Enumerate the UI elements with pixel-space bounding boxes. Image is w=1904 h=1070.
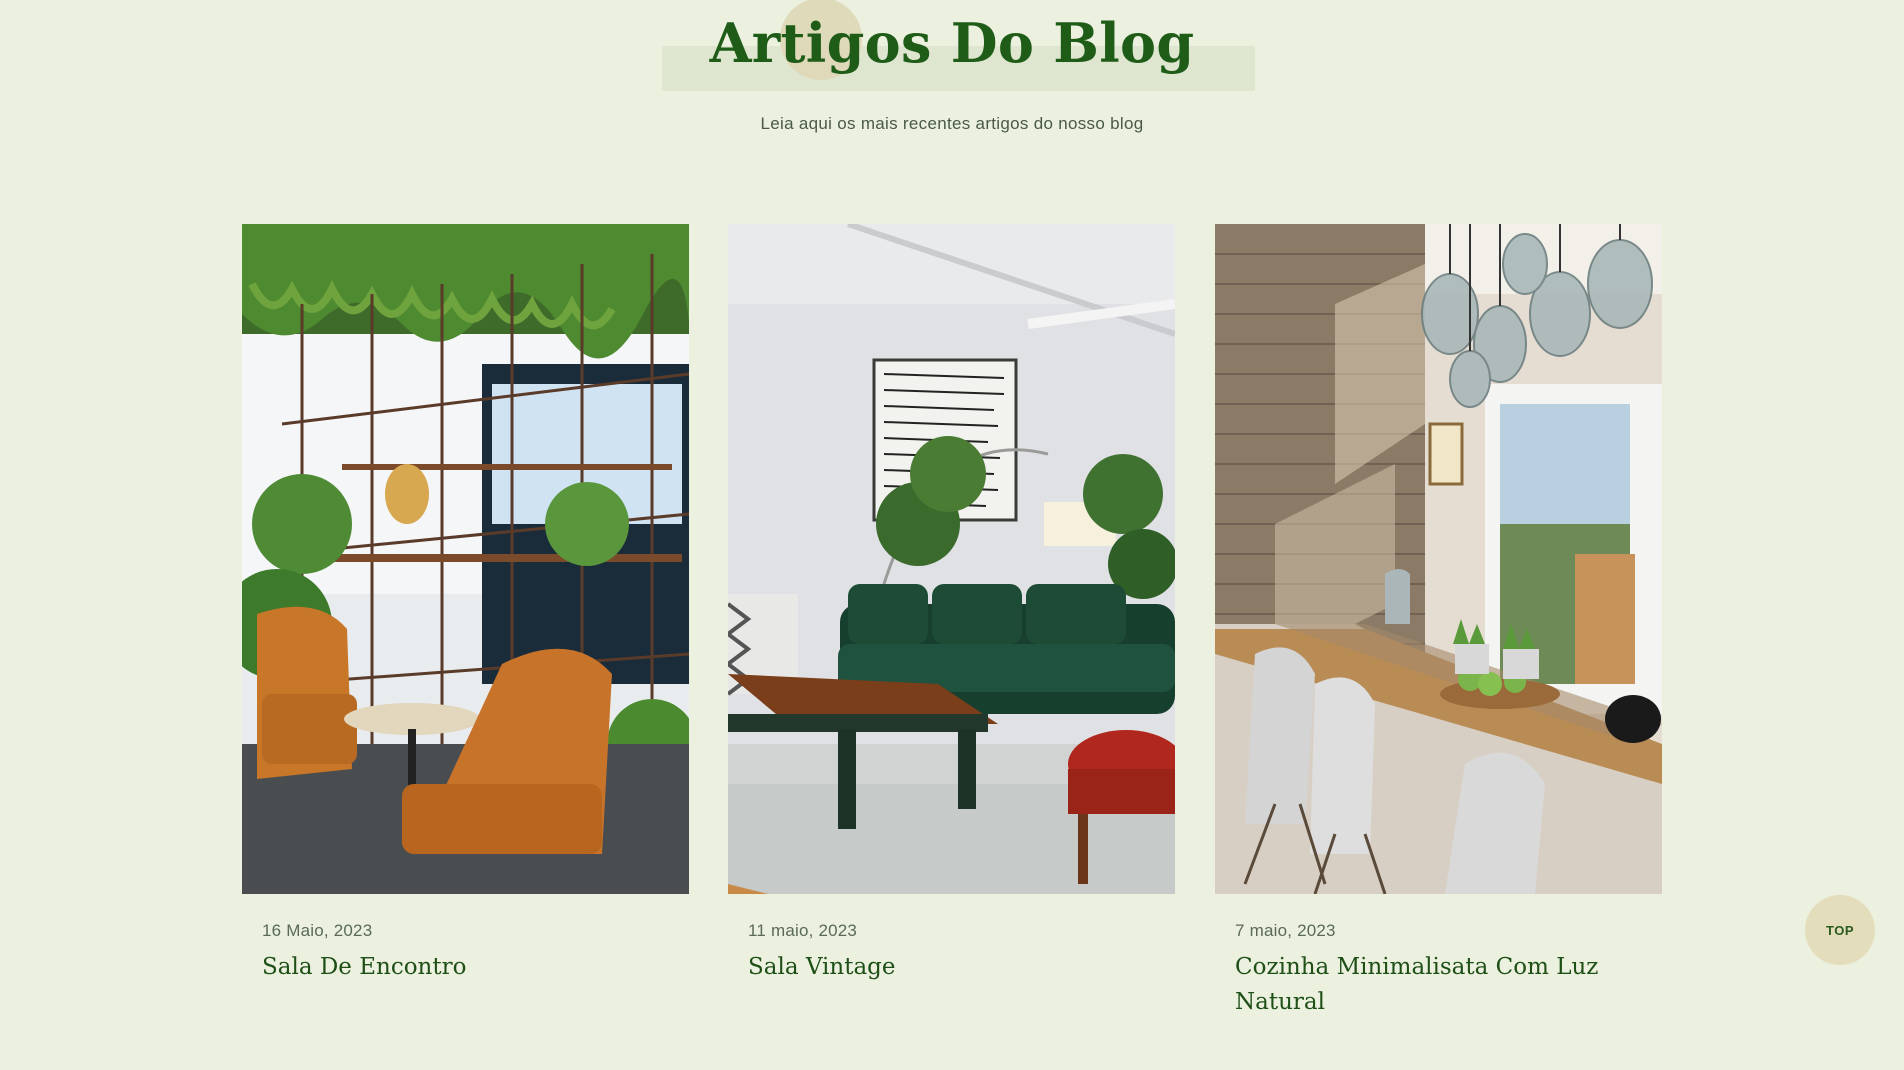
back-to-top-button[interactable]: TOP: [1805, 895, 1875, 965]
living-room-photo: [728, 224, 1175, 894]
post-date: 11 maio, 2023: [748, 921, 858, 940]
blog-card[interactable]: 16 Maio, 2023 Sala De Encontro: [242, 224, 689, 1034]
post-image-cafe[interactable]: [242, 224, 689, 894]
blog-card[interactable]: 11 maio, 2023 Sala Vintage: [728, 224, 1175, 1034]
post-title[interactable]: Cozinha Minimalisata Com Luz Natural: [1235, 950, 1635, 1020]
post-date: 7 maio, 2023: [1235, 921, 1336, 940]
post-image-kitchen[interactable]: [1215, 224, 1662, 894]
post-date: 16 Maio, 2023: [262, 921, 373, 940]
blog-card[interactable]: 7 maio, 2023 Cozinha Minimalisata Com Lu…: [1215, 224, 1662, 1034]
post-image-vintage-living-room[interactable]: [728, 224, 1175, 894]
post-title[interactable]: Sala Vintage: [748, 950, 1148, 985]
page-subtitle: Leia aqui os mais recentes artigos do no…: [760, 114, 1144, 133]
page-title: Artigos Do Blog: [709, 11, 1195, 75]
cafe-photo: [242, 224, 689, 894]
blog-post-grid: 16 Maio, 2023 Sala De Encontro 11 maio, …: [242, 224, 1662, 1044]
kitchen-photo: [1215, 224, 1662, 894]
post-title[interactable]: Sala De Encontro: [262, 950, 662, 985]
blog-header: Artigos Do Blog Leia aqui os mais recent…: [0, 0, 1904, 160]
